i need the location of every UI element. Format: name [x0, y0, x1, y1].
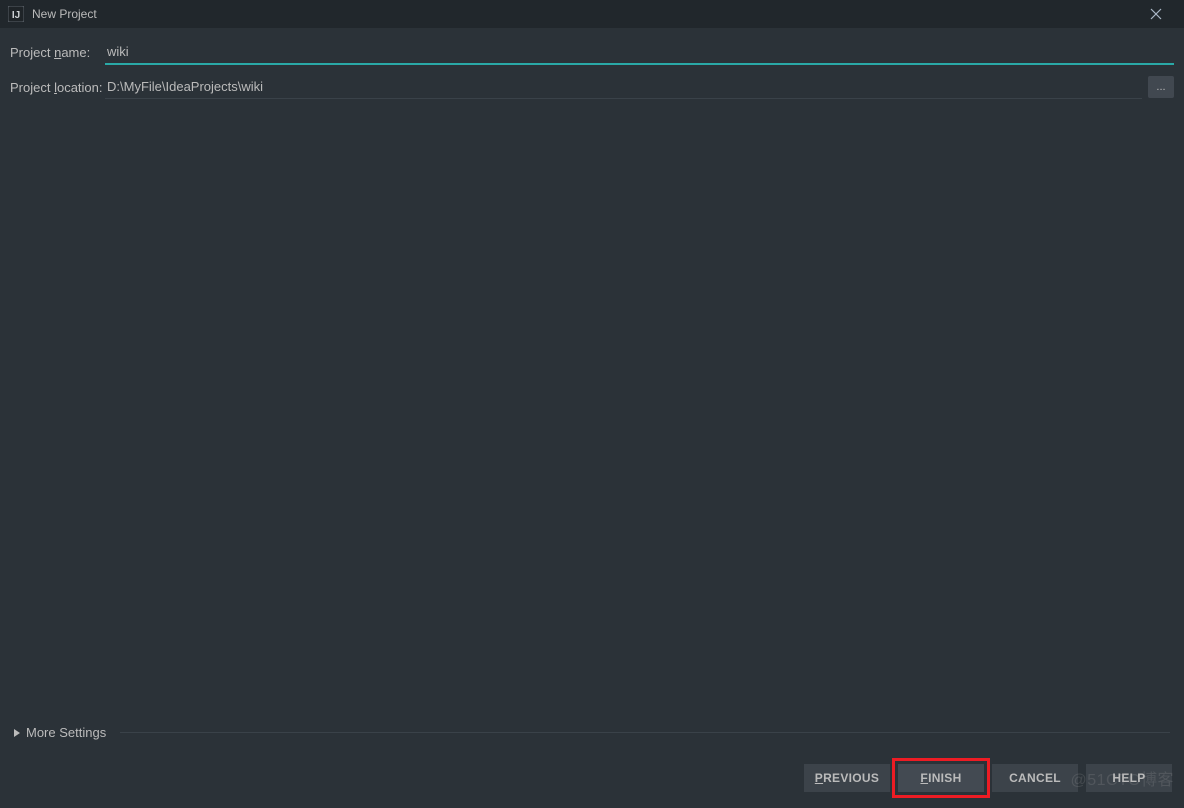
content-area: Project name: Project location: ...	[0, 28, 1184, 99]
bottom-area: More Settings PREVIOUS FINISH CANCEL HEL…	[0, 715, 1184, 808]
project-name-row: Project name:	[10, 40, 1174, 65]
separator-line	[120, 732, 1170, 733]
title-bar: IJ New Project	[0, 0, 1184, 28]
cancel-button[interactable]: CANCEL	[992, 764, 1078, 792]
project-location-label: Project location:	[10, 80, 105, 95]
close-button[interactable]	[1136, 0, 1176, 28]
more-settings-toggle[interactable]: More Settings	[0, 715, 1184, 750]
button-bar: PREVIOUS FINISH CANCEL HELP	[0, 750, 1184, 808]
project-name-input[interactable]	[105, 40, 1174, 65]
project-location-input[interactable]	[105, 75, 1142, 99]
chevron-right-icon	[14, 729, 20, 737]
window-title: New Project	[32, 7, 97, 21]
previous-button[interactable]: PREVIOUS	[804, 764, 890, 792]
more-settings-label: More Settings	[26, 725, 106, 740]
intellij-icon: IJ	[8, 6, 24, 22]
project-name-label: Project name:	[10, 45, 105, 60]
browse-button[interactable]: ...	[1148, 76, 1174, 98]
project-location-row: Project location: ...	[10, 75, 1174, 99]
finish-button[interactable]: FINISH	[898, 764, 984, 792]
svg-text:IJ: IJ	[12, 10, 20, 21]
help-button[interactable]: HELP	[1086, 764, 1172, 792]
title-left: IJ New Project	[8, 6, 97, 22]
